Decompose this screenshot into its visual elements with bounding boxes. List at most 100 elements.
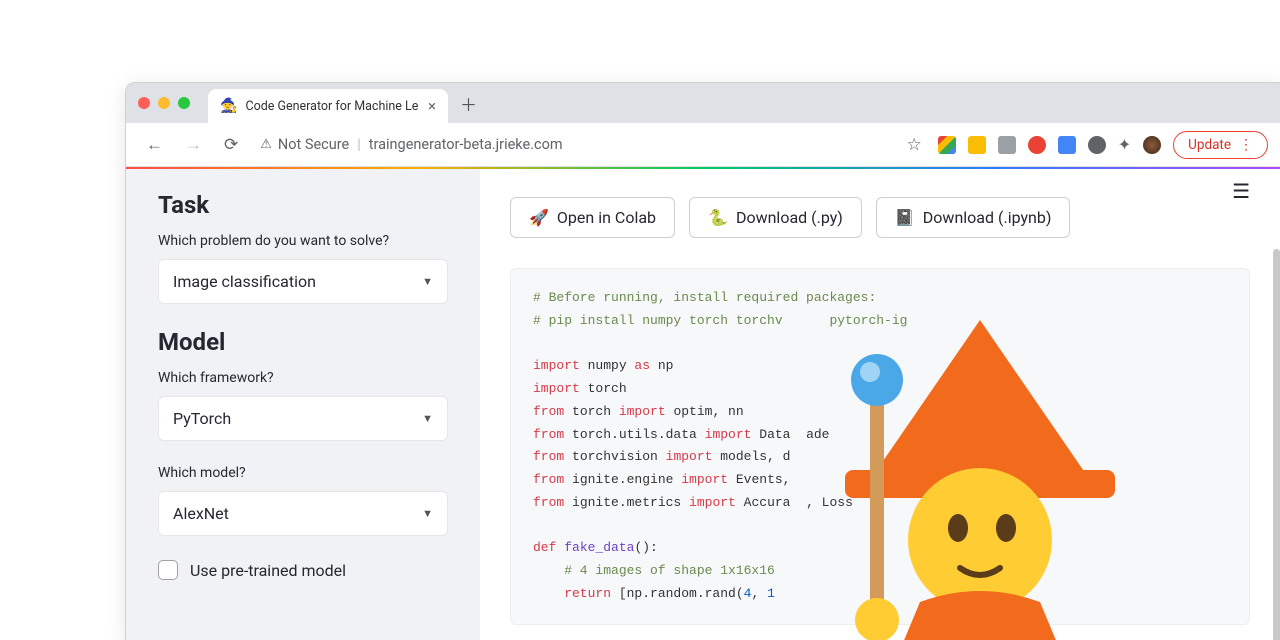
tab-bar: 🧙 Code Generator for Machine Le × ＋ — [126, 83, 1280, 123]
code-text: optim, nn — [666, 404, 744, 419]
code-text: models, d — [712, 449, 790, 464]
code-kw: from — [533, 427, 564, 442]
security-indicator: ⚠ Not Secure — [260, 136, 349, 153]
pretrained-checkbox-row[interactable]: Use pre-trained model — [158, 560, 448, 580]
code-kw: from — [533, 495, 564, 510]
code-text: torch.utils.data — [564, 427, 704, 442]
browser-tab[interactable]: 🧙 Code Generator for Machine Le × — [208, 89, 448, 123]
forward-button[interactable]: → — [177, 131, 210, 159]
code-text: Data ade — [751, 427, 829, 442]
pretrained-checkbox[interactable] — [158, 560, 178, 580]
code-kw: return — [533, 586, 611, 601]
minimize-window-button[interactable] — [158, 97, 170, 109]
code-kw: as — [634, 358, 650, 373]
model-select-value: AlexNet — [173, 504, 229, 523]
task-heading: Task — [158, 191, 448, 219]
chevron-down-icon: ▼ — [422, 507, 433, 520]
pretrained-label: Use pre-trained model — [190, 561, 346, 580]
task-label: Which problem do you want to solve? — [158, 233, 448, 249]
main-panel: ☰ 🚀 Open in Colab 🐍 Download (.py) 📓 Dow… — [480, 169, 1280, 640]
action-buttons: 🚀 Open in Colab 🐍 Download (.py) 📓 Downl… — [510, 197, 1250, 238]
framework-label: Which framework? — [158, 370, 448, 386]
url-field[interactable]: ⚠ Not Secure | traingenerator-beta.jriek… — [252, 136, 900, 153]
chevron-down-icon: ▼ — [422, 412, 433, 425]
model-heading: Model — [158, 328, 448, 356]
snake-icon: 🐍 — [708, 208, 728, 227]
main-scrollbar[interactable] — [1273, 249, 1280, 640]
close-window-button[interactable] — [138, 97, 150, 109]
browser-window: 🧙 Code Generator for Machine Le × ＋ ← → … — [125, 82, 1280, 640]
download-py-button[interactable]: 🐍 Download (.py) — [689, 197, 862, 238]
code-kw: import — [689, 495, 736, 510]
not-secure-label: Not Secure — [278, 136, 349, 153]
model-label: Which model? — [158, 465, 448, 481]
open-colab-button[interactable]: 🚀 Open in Colab — [510, 197, 675, 238]
reload-button[interactable]: ⟳ — [216, 131, 246, 159]
model-select[interactable]: AlexNet ▼ — [158, 491, 448, 536]
profile-avatar[interactable] — [1143, 136, 1161, 154]
chevron-down-icon: ▼ — [422, 275, 433, 288]
code-fn: fake_data — [564, 540, 634, 555]
code-text: , — [751, 586, 767, 601]
url-host: traingenerator-beta.jrieke.com — [369, 136, 563, 153]
extension-icon[interactable] — [938, 136, 956, 154]
extension-icon[interactable] — [998, 136, 1016, 154]
code-text: [np.random.rand( — [611, 586, 744, 601]
back-button[interactable]: ← — [138, 131, 171, 159]
download-ipynb-label: Download (.ipynb) — [923, 208, 1052, 227]
bookmark-star-icon[interactable]: ☆ — [906, 135, 921, 155]
code-block: # Before running, install required packa… — [510, 268, 1250, 625]
code-kw: import — [666, 449, 713, 464]
code-kw: from — [533, 404, 564, 419]
url-separator: | — [357, 136, 361, 153]
extensions-puzzle-icon[interactable]: ✦ — [1118, 135, 1131, 154]
tab-close-icon[interactable]: × — [428, 97, 436, 115]
code-comment: # Before running, install required packa… — [533, 290, 876, 305]
code-text: ignite.engine — [564, 472, 681, 487]
window-controls — [138, 97, 190, 109]
code-text: torch — [564, 404, 619, 419]
code-kw: def — [533, 540, 564, 555]
hamburger-menu-icon[interactable]: ☰ — [1232, 179, 1250, 203]
download-ipynb-button[interactable]: 📓 Download (.ipynb) — [876, 197, 1071, 238]
menu-dots-icon: ⋮ — [1239, 137, 1253, 153]
update-button[interactable]: Update ⋮ — [1173, 131, 1268, 159]
code-text: (): — [634, 540, 657, 555]
code-text: numpy — [580, 358, 635, 373]
code-kw: import — [533, 381, 580, 396]
code-text: ignite.metrics — [564, 495, 689, 510]
framework-select[interactable]: PyTorch ▼ — [158, 396, 448, 441]
address-bar: ← → ⟳ ⚠ Not Secure | traingenerator-beta… — [126, 123, 1280, 167]
warning-icon: ⚠ — [260, 137, 272, 152]
code-text: torchvision — [564, 449, 665, 464]
code-kw: from — [533, 472, 564, 487]
tab-title: Code Generator for Machine Le — [245, 99, 420, 114]
rocket-icon: 🚀 — [529, 208, 549, 227]
code-text: Events, te_supervi — [728, 472, 1079, 487]
maximize-window-button[interactable] — [178, 97, 190, 109]
code-kw: import — [619, 404, 666, 419]
extension-icon[interactable] — [1088, 136, 1106, 154]
code-kw: import — [533, 358, 580, 373]
code-kw: from — [533, 449, 564, 464]
extension-icon[interactable] — [1028, 136, 1046, 154]
code-kw: import — [681, 472, 728, 487]
task-select[interactable]: Image classification ▼ — [158, 259, 448, 304]
notebook-icon: 📓 — [895, 208, 915, 227]
extension-icon[interactable] — [968, 136, 986, 154]
task-select-value: Image classification — [173, 272, 316, 291]
extension-icon[interactable] — [1058, 136, 1076, 154]
app-content: Task Which problem do you want to solve?… — [126, 169, 1280, 640]
colab-label: Open in Colab — [557, 208, 656, 227]
code-text: torch — [580, 381, 627, 396]
code-num: 1 — [767, 586, 775, 601]
update-label: Update — [1188, 137, 1231, 153]
code-comment: # pip install numpy torch torchv pytorch… — [533, 313, 907, 328]
new-tab-button[interactable]: ＋ — [460, 91, 477, 116]
download-py-label: Download (.py) — [736, 208, 843, 227]
code-kw: import — [705, 427, 752, 442]
code-text: np — [650, 358, 673, 373]
extension-icons: ✦ — [938, 135, 1161, 154]
tab-favicon: 🧙 — [220, 98, 237, 114]
sidebar: Task Which problem do you want to solve?… — [126, 169, 480, 640]
